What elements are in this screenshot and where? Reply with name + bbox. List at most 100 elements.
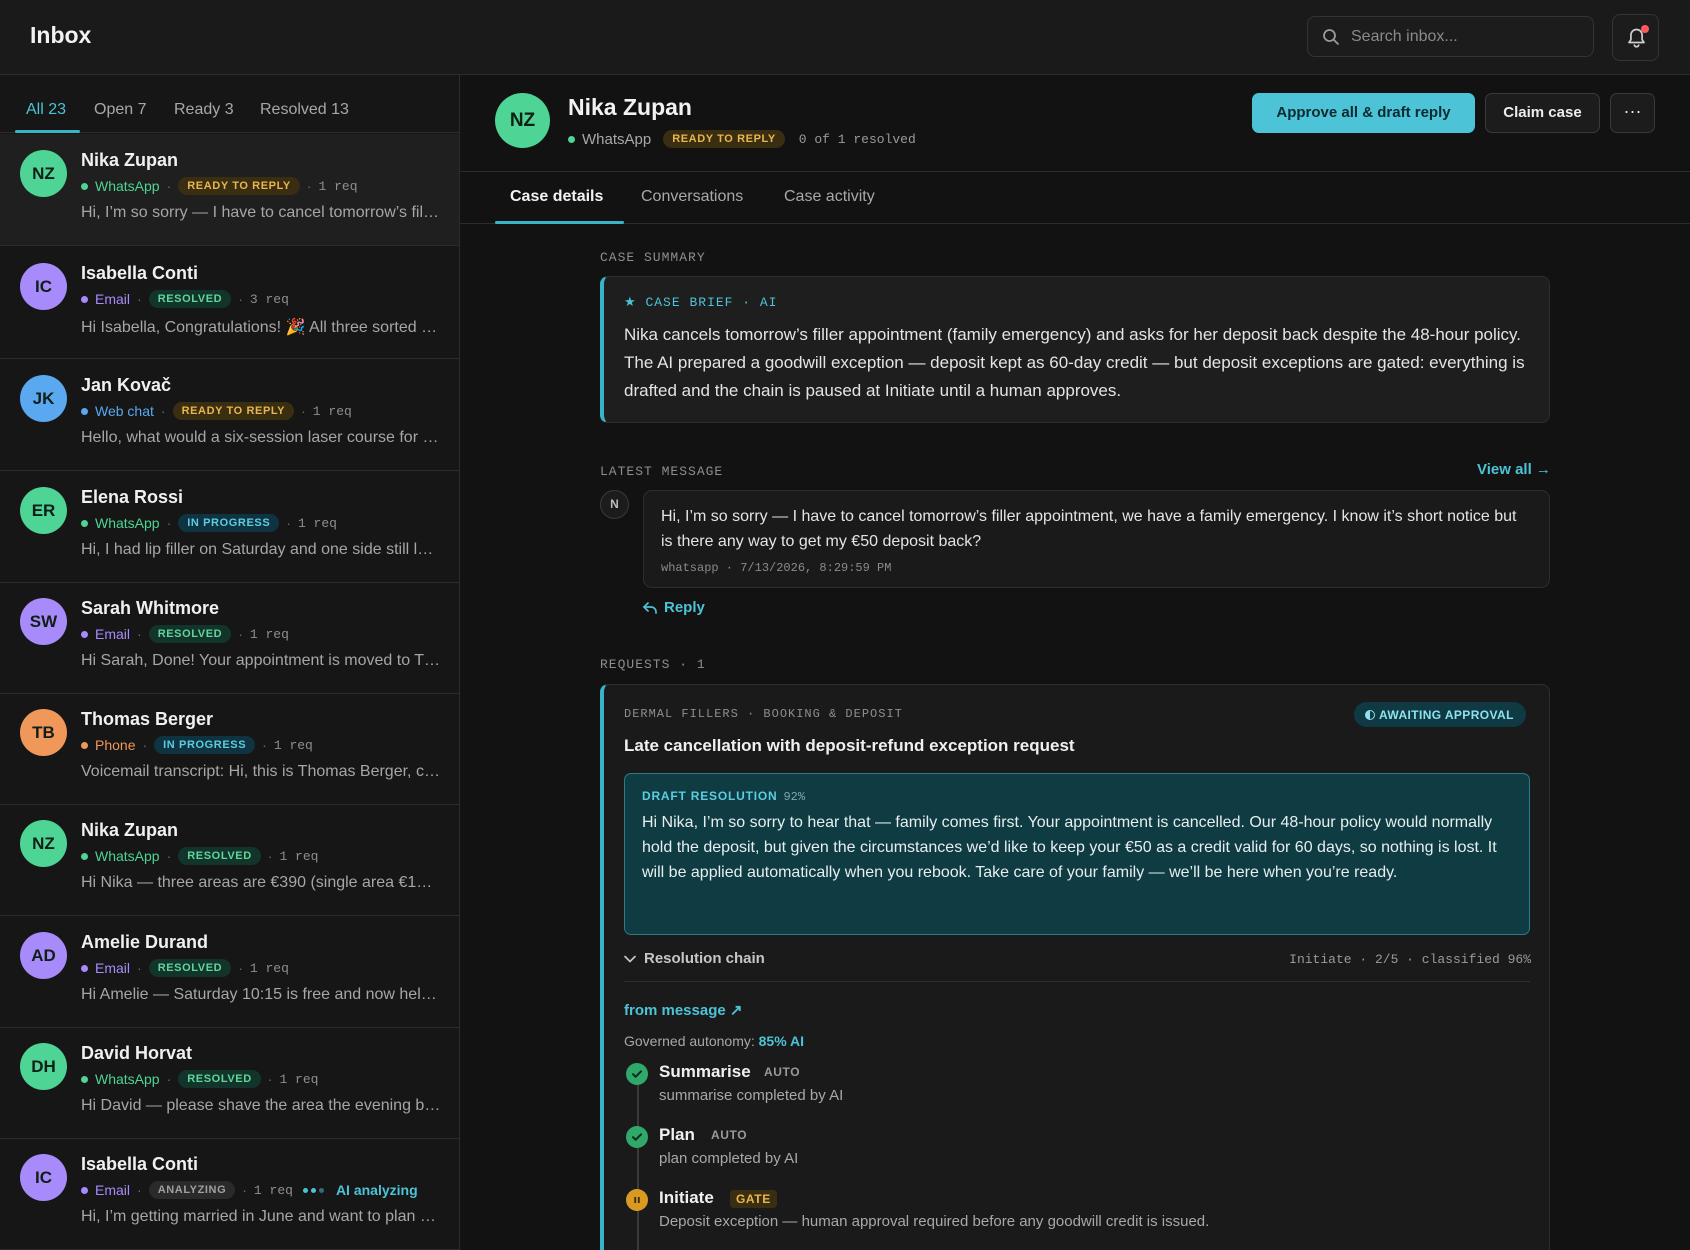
- channel-dot: [81, 295, 88, 303]
- separator: ·: [306, 178, 312, 194]
- avatar: ER: [20, 487, 67, 534]
- separator: ·: [301, 403, 306, 419]
- tab-case-details[interactable]: Case details: [510, 188, 603, 206]
- filter-tab-open[interactable]: Open 7: [94, 101, 147, 119]
- more-options-button[interactable]: ···: [1610, 93, 1655, 133]
- step-name: Summarise: [659, 1062, 751, 1081]
- from-message-link[interactable]: from message ↗: [624, 1001, 742, 1019]
- case-list-item[interactable]: SW Sarah Whitmore Email · RESOLVED · 1 r…: [0, 582, 459, 694]
- case-list-item[interactable]: NZ Nika Zupan WhatsApp · READY TO REPLY …: [0, 134, 459, 246]
- channel-label: WhatsApp: [582, 130, 652, 148]
- claim-case-button[interactable]: Claim case: [1485, 93, 1600, 133]
- request-title: Late cancellation with deposit-refund ex…: [624, 736, 1075, 755]
- active-tab-indicator: [495, 221, 624, 224]
- channel-label: Email: [95, 626, 131, 642]
- tab-case-activity[interactable]: Case activity: [784, 188, 875, 206]
- case-list-item[interactable]: DH David Horvat WhatsApp · RESOLVED · 1 …: [0, 1027, 459, 1139]
- case-preview: Hi Isabella, Congratulations! 🎉 All thre…: [81, 319, 441, 336]
- case-preview: Hi, I had lip filler on Saturday and one…: [81, 541, 441, 558]
- filter-tab-all[interactable]: All 23: [26, 101, 66, 119]
- filter-tabs: All 23 Open 7 Ready 3 Resolved 13: [0, 75, 459, 133]
- case-list-item[interactable]: JK Jan Kovač Web chat · READY TO REPLY ·…: [0, 359, 459, 471]
- step-description: summarise completed by AI: [659, 1087, 844, 1104]
- section-label-requests: REQUESTS · 1: [600, 657, 706, 672]
- request-count: 1 req: [253, 1182, 293, 1198]
- separator: ·: [166, 848, 172, 864]
- pause-icon: [626, 1189, 648, 1211]
- status-badge: IN PROGRESS: [154, 736, 256, 754]
- case-preview: Hi, I’m getting married in June and want…: [81, 1208, 441, 1225]
- case-preview: Hi Amelie — Saturday 10:15 is free and n…: [81, 986, 441, 1003]
- case-preview: Hi Sarah, Done! Your appointment is move…: [81, 652, 441, 669]
- separator: ·: [267, 1071, 273, 1087]
- case-meta: Email · RESOLVED · 1 req: [81, 958, 289, 978]
- case-preview: Hi Nika — three areas are €390 (single a…: [81, 874, 441, 891]
- app-title: Inbox: [30, 22, 92, 48]
- request-count: 1 req: [249, 960, 289, 976]
- request-count: 1 req: [279, 848, 319, 864]
- avatar: JK: [20, 375, 67, 422]
- case-list-item[interactable]: IC Isabella Conti Email · RESOLVED · 3 r…: [0, 247, 459, 359]
- case-list-item[interactable]: AD Amelie Durand Email · RESOLVED · 1 re…: [0, 916, 459, 1028]
- case-preview: Hi David — please shave the area the eve…: [81, 1097, 441, 1114]
- channel-dot: [81, 852, 88, 860]
- filter-tab-ready[interactable]: Ready 3: [174, 101, 234, 119]
- avatar: NZ: [20, 820, 67, 867]
- check-icon: [626, 1126, 648, 1148]
- channel-dot: [81, 519, 88, 527]
- case-list-item[interactable]: IC Isabella Conti Email · ANALYZING · 1 …: [0, 1138, 459, 1250]
- resolution-chain-toggle[interactable]: Resolution chain: [624, 950, 765, 967]
- step-description: plan completed by AI: [659, 1150, 799, 1167]
- governed-autonomy: Governed autonomy: 85% AI: [624, 1033, 804, 1049]
- status-badge: RESOLVED: [148, 959, 232, 977]
- case-meta: Email · RESOLVED · 3 req: [81, 289, 289, 309]
- approve-all-button[interactable]: Approve all & draft reply: [1252, 93, 1475, 133]
- case-meta: WhatsApp · RESOLVED · 1 req: [81, 1069, 318, 1089]
- search-input[interactable]: Search inbox...: [1307, 16, 1594, 57]
- separator: ·: [142, 737, 148, 753]
- top-bar: Inbox Search inbox...: [0, 0, 1690, 75]
- view-all-link[interactable]: View all →: [1477, 461, 1551, 478]
- channel-dot: [81, 407, 88, 415]
- separator: ·: [166, 178, 172, 194]
- step-tag: GATE: [730, 1190, 777, 1208]
- sender-avatar: N: [600, 490, 629, 519]
- filter-tab-resolved[interactable]: Resolved 13: [260, 101, 349, 119]
- channel-label: Web chat: [95, 403, 154, 419]
- case-list-item[interactable]: ER Elena Rossi WhatsApp · IN PROGRESS · …: [0, 471, 459, 583]
- ai-analyzing-label: AI analyzing: [335, 1182, 418, 1198]
- reply-icon: [643, 601, 657, 614]
- autonomy-value: 85% AI: [758, 1033, 805, 1049]
- case-meta: WhatsApp · READY TO REPLY · 1 req: [81, 176, 358, 196]
- case-name: Elena Rossi: [81, 487, 184, 507]
- channel-label: WhatsApp: [95, 178, 160, 194]
- separator: ·: [238, 626, 243, 642]
- case-list-item[interactable]: TB Thomas Berger Phone · IN PROGRESS · 1…: [0, 693, 459, 805]
- draft-resolution-box[interactable]: DRAFT RESOLUTION 92% Hi Nika, I’m so sorr…: [624, 773, 1530, 935]
- chain-label: Resolution chain: [644, 950, 765, 967]
- case-detail-panel: NZ Nika Zupan WhatsApp READY TO REPLY 0 …: [460, 75, 1690, 1250]
- separator: ·: [262, 737, 267, 753]
- notifications-button[interactable]: [1612, 14, 1659, 61]
- avatar: SW: [20, 598, 67, 645]
- separator: ·: [166, 515, 172, 531]
- channel-label: Phone: [95, 737, 136, 753]
- notification-dot: [1641, 25, 1649, 33]
- status-badge: IN PROGRESS: [178, 514, 280, 532]
- reply-button[interactable]: Reply: [643, 599, 705, 616]
- case-meta: Email · ANALYZING · 1 req AI analyzing: [81, 1180, 418, 1200]
- avatar: IC: [20, 1154, 67, 1201]
- case-preview: Hello, what would a six-session laser co…: [81, 429, 441, 446]
- request-count: 1 req: [249, 626, 289, 642]
- case-meta: Phone · IN PROGRESS · 1 req: [81, 735, 313, 755]
- request-count: 1 req: [312, 403, 352, 419]
- case-meta: WhatsApp READY TO REPLY 0 of 1 resolved: [568, 130, 916, 148]
- tab-conversations[interactable]: Conversations: [641, 188, 743, 206]
- case-list-item[interactable]: NZ Nika Zupan WhatsApp · RESOLVED · 1 re…: [0, 804, 459, 916]
- latest-message-bubble: Hi, I’m so sorry — I have to cancel tomo…: [643, 490, 1550, 588]
- request-count: 1 req: [318, 178, 358, 194]
- separator: ·: [238, 291, 243, 307]
- active-filter-indicator: [15, 130, 80, 133]
- channel-label: WhatsApp: [95, 515, 160, 531]
- status-badge: READY TO REPLY: [663, 130, 785, 148]
